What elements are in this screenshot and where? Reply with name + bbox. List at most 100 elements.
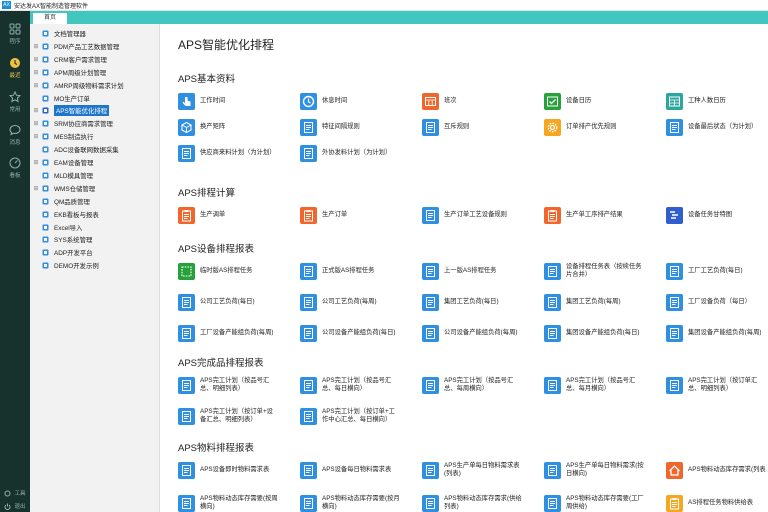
tree-item[interactable]: EKB看板与报表	[30, 208, 160, 221]
function-card[interactable]: 正式版AS排程任务	[300, 260, 418, 282]
function-card[interactable]: 设备最后状态（为计划）	[666, 116, 768, 138]
function-card[interactable]: 集团设备产能组负荷(每周)	[666, 322, 768, 344]
tree-item[interactable]: ⊞ AMRP周级物料需求计划	[30, 79, 160, 92]
function-card[interactable]: 班次	[422, 90, 540, 112]
expand-toggle-icon[interactable]: ⊞	[32, 107, 40, 114]
expand-toggle-icon[interactable]: ⊞	[32, 69, 40, 76]
function-card[interactable]: APS物料动态库存需要(按周 横向)	[178, 492, 296, 512]
tree-item[interactable]: MLD模具管理	[30, 169, 160, 182]
expand-toggle-icon[interactable]: ⊞	[32, 133, 40, 140]
function-card[interactable]: APS完工计划（按品号汇 总、每月横向）	[544, 374, 662, 396]
function-card[interactable]: 外协发料计划（为计划）	[300, 142, 418, 164]
function-card[interactable]: 上一版AS排程任务	[422, 260, 540, 282]
function-card[interactable]: APS完工计划（按订单+设 备汇总、明细列表）	[178, 405, 296, 427]
function-card[interactable]: APS设备每日物料需求表	[300, 459, 418, 481]
tree-item[interactable]: SYS系统管理	[30, 233, 160, 246]
function-card[interactable]: 工种人数日历	[666, 90, 768, 112]
tree-item[interactable]: ⊞ WMS仓储管理	[30, 182, 160, 195]
function-card[interactable]: AS排程任务物料供给表	[666, 492, 768, 512]
function-card[interactable]: APS完工计划（按品号汇 总、明细列表）	[178, 374, 296, 396]
home-icon	[666, 461, 683, 479]
function-card[interactable]: 生产订单	[300, 204, 418, 226]
function-card[interactable]: 换产矩阵	[178, 116, 296, 138]
expand-toggle-icon[interactable]: ⊞	[32, 82, 40, 89]
tree-item-label: EAM设备管理	[54, 160, 94, 167]
rail-item-recent[interactable]: 最近	[0, 57, 30, 79]
tree-item[interactable]: ⊞ CRM客户需求管理	[30, 53, 160, 66]
calendar-check-icon	[544, 92, 561, 110]
card-label-line-1: APS设备每日物料需求表	[322, 466, 392, 473]
tree-item[interactable]: ⊞ PDM产品工艺数据管理	[30, 40, 160, 53]
function-card[interactable]: 集团工艺负荷(每日)	[422, 291, 540, 313]
function-card[interactable]: 公司工艺负荷(每日)	[178, 291, 296, 313]
card-label-line-1: 班次	[444, 97, 457, 104]
function-card[interactable]: 集团设备产能组负荷(每日)	[544, 322, 662, 344]
function-card[interactable]: 休息时间	[300, 90, 418, 112]
function-card[interactable]: 生产订单工艺设备规则	[422, 204, 540, 226]
tree-item[interactable]: 文档管理器	[30, 27, 160, 40]
expand-toggle-icon[interactable]: ⊞	[32, 159, 40, 166]
function-card[interactable]: 工作时间	[178, 90, 296, 112]
document-icon	[178, 324, 195, 342]
tree-item[interactable]: ⊞ SRM协应商需求管理	[30, 117, 160, 130]
expand-toggle-icon[interactable]: ⊞	[32, 43, 40, 50]
function-card-label: APS生产单每日物料需求表 (列表)	[444, 462, 520, 478]
function-card[interactable]: 供应商来料计划（为计划）	[178, 142, 296, 164]
section-title: APS排程计算	[178, 188, 236, 199]
tree-item[interactable]: ⊞ APM周级计划管理	[30, 66, 160, 79]
expand-toggle-icon[interactable]: ⊞	[32, 56, 40, 63]
function-card[interactable]: APS物料动态库存需求(列表	[666, 459, 768, 481]
tree-item[interactable]: ⊞ APS智能优化排程	[30, 104, 160, 117]
tree-item[interactable]: DEMO开发示例	[30, 259, 160, 272]
tree-item[interactable]: ⊞ MES制造执行	[30, 130, 160, 143]
function-card[interactable]: 设备日历	[544, 90, 662, 112]
function-card[interactable]: 临时版AS排程任务	[178, 260, 296, 282]
function-card[interactable]: 生产单工序排产结果	[544, 204, 662, 226]
function-card[interactable]: 生产调单	[178, 204, 296, 226]
rail-item-dashboard[interactable]: 看板	[0, 157, 30, 179]
function-card[interactable]: APS物料动态库存需要(工厂 周供给)	[544, 492, 662, 512]
tree-item[interactable]: ADP开发平台	[30, 246, 160, 259]
card-label-line-1: 生产订单	[322, 211, 348, 218]
rail-item-programs[interactable]: 程序	[0, 23, 30, 45]
function-card[interactable]: APS生产单每日物料需求(按 日横向)	[544, 459, 662, 481]
rail-item-messages[interactable]: 消息	[0, 124, 30, 146]
function-card[interactable]: 互斥规则	[422, 116, 540, 138]
tree-item[interactable]: QM品质管理	[30, 195, 160, 208]
tree-item[interactable]: Excel导入	[30, 221, 160, 234]
function-card[interactable]: APS物料动态库存需要(按月 横向)	[300, 492, 418, 512]
function-card[interactable]: APS完工计划（按订单汇 总、明细列表）	[666, 374, 768, 396]
function-card[interactable]: APS设备即时物料需求表	[178, 459, 296, 481]
expand-toggle-icon[interactable]: ⊞	[32, 185, 40, 192]
function-card[interactable]: 设备任务甘特图	[666, 204, 768, 226]
function-card[interactable]: 工厂设备负荷（每日）	[666, 291, 768, 313]
dashed-square-icon	[178, 262, 195, 280]
expand-toggle-icon[interactable]: ⊞	[32, 120, 40, 127]
function-card[interactable]: 订单排产优先规则	[544, 116, 662, 138]
function-card[interactable]: APS生产单每日物料需求表 (列表)	[422, 459, 540, 481]
function-card[interactable]: APS完工计划（按品号汇 总、每日横向）	[300, 374, 418, 396]
module-icon	[42, 82, 49, 89]
function-card[interactable]: 公司工艺负荷(每周)	[300, 291, 418, 313]
function-card[interactable]: APS完工计划（按品号汇 总、每周横向）	[422, 374, 540, 396]
function-card[interactable]: 公司设备产能组负荷(每日)	[300, 322, 418, 344]
function-card[interactable]: APS完工计划（按订单+工 作中心汇总、每日横向）	[300, 405, 418, 427]
tree-item[interactable]: ⊞ EAM设备管理	[30, 156, 160, 169]
function-card[interactable]: 公司设备产能组负荷(每周)	[422, 322, 540, 344]
logout-button[interactable]: 退出	[0, 502, 30, 510]
function-card[interactable]: 工厂工艺负荷(每日)	[666, 260, 768, 282]
rail-item-favorites[interactable]: 常用	[0, 91, 30, 113]
function-card[interactable]: APS物料动态库存需求(供给 列表)	[422, 492, 540, 512]
tab-home[interactable]: 首页	[33, 13, 67, 24]
function-card[interactable]: 特征间隔规则	[300, 116, 418, 138]
function-card[interactable]: 集团工艺负荷(每周)	[544, 291, 662, 313]
function-card[interactable]: 工厂设备产能组负荷(每周)	[178, 322, 296, 344]
tree-item[interactable]: ADC设备联网数据采集	[30, 143, 160, 156]
card-label-line-1: 工厂设备负荷（每日）	[688, 298, 751, 305]
tree-item[interactable]: MO生产订单	[30, 92, 160, 105]
module-icon	[42, 211, 49, 218]
function-card[interactable]: 设备排程任务表（按续任务 片合并）	[544, 260, 662, 282]
function-card-label: 供应商来料计划（为计划）	[200, 149, 276, 157]
tools-button[interactable]: 工具	[0, 489, 30, 497]
document-icon	[178, 376, 195, 394]
